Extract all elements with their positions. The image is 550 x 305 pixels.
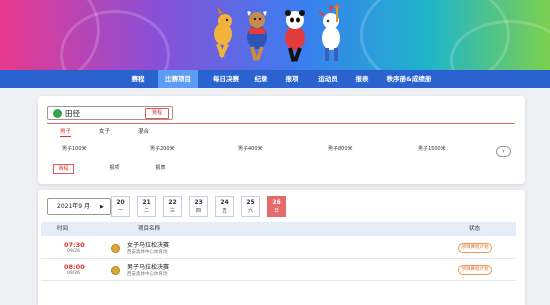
caret-right-icon: ▶ (100, 204, 104, 210)
day-weekday: 六 (247, 208, 253, 214)
row-venue: 西安奥体中心体育场 (127, 250, 168, 255)
calendar-day[interactable]: 22 三 (163, 196, 182, 217)
nav-item-entries[interactable]: 报项 (278, 70, 306, 88)
event-link[interactable]: 男子100米 (62, 145, 87, 152)
row-time: 07:30 (64, 241, 85, 249)
day-weekday: 四 (195, 208, 201, 214)
row-event-name[interactable]: 女子马拉松决赛 (127, 242, 169, 250)
calendar-day[interactable]: 20 一 (111, 196, 130, 217)
day-weekday: 一 (117, 208, 123, 214)
day-weekday: 二 (143, 208, 149, 214)
event-filter-card: 田径 ▶ 赛程 男子 女子 混合 男子100米 男子200米 男子400米 男子… (38, 96, 525, 184)
event-link[interactable]: 男子200米 (150, 145, 175, 152)
month-dropdown[interactable]: 2021年9 月 ▶ (47, 198, 111, 215)
nav-item-athletes[interactable]: 运动员 (311, 70, 345, 88)
nav-item-order-results[interactable]: 秩序册&成绩册 (378, 70, 440, 88)
tab-female[interactable]: 女子 (99, 127, 110, 135)
day-number: 25 (246, 199, 255, 206)
event-link[interactable]: 男子400米 (238, 145, 263, 152)
schedule-table-header: 时间 项目名称 状态 (41, 222, 516, 236)
tab-entries[interactable]: 报项 (104, 164, 125, 174)
event-link[interactable]: 男子1500米 (418, 145, 446, 152)
calendar-day-selected[interactable]: 26 日 (267, 196, 286, 217)
medal-icon (111, 244, 120, 253)
row-venue: 西安奥体中心体育场 (127, 272, 168, 277)
athletics-icon (53, 109, 62, 118)
header-status: 状态 (469, 226, 481, 232)
status-badge[interactable]: 项目赛程计划 (458, 243, 492, 253)
calendar-day[interactable]: 21 二 (137, 196, 156, 217)
main-nav: 赛程 比赛项目 每日决赛 纪录 报项 运动员 报表 秩序册&成绩册 (0, 70, 550, 88)
tab-male[interactable]: 男子 (60, 127, 72, 137)
day-number: 23 (194, 199, 203, 206)
tab-mixed[interactable]: 混合 (138, 127, 149, 135)
calendar-day[interactable]: 24 五 (215, 196, 234, 217)
day-number: 22 (168, 199, 177, 206)
row-date: 09/26 (67, 249, 80, 254)
row-event-name[interactable]: 男子马拉松决赛 (127, 264, 169, 272)
status-badge[interactable]: 项目赛程计划 (458, 265, 492, 275)
day-number: 20 (116, 199, 125, 206)
table-row[interactable]: 07:30 09/26 女子马拉松决赛 西安奥体中心体育场 项目赛程计划 (41, 239, 516, 259)
tab-reports[interactable]: 报表 (150, 164, 171, 174)
nav-item-reports[interactable]: 报表 (347, 70, 377, 88)
event-link[interactable]: 男子800米 (328, 145, 353, 152)
header-time: 时间 (57, 226, 69, 232)
tab-schedule[interactable]: 赛程 (53, 164, 74, 174)
day-number: 24 (220, 199, 229, 206)
sport-dropdown-value: 田径 (65, 109, 80, 118)
row-time: 08:00 (64, 263, 85, 271)
day-weekday: 日 (273, 208, 279, 214)
day-weekday: 五 (221, 208, 227, 214)
month-dropdown-value: 2021年9 月 (57, 203, 90, 210)
row-date: 09/26 (67, 271, 80, 276)
nav-item-events[interactable]: 比赛项目 (158, 70, 198, 88)
nav-item-records[interactable]: 纪录 (249, 70, 273, 88)
calendar-day[interactable]: 25 六 (241, 196, 260, 217)
calendar-day[interactable]: 23 四 (189, 196, 208, 217)
medal-icon (111, 266, 120, 275)
schedule-button[interactable]: 赛程 (145, 108, 169, 119)
day-weekday: 三 (169, 208, 175, 214)
mascots-illustration (214, 4, 340, 63)
header-banner (0, 0, 550, 70)
header-event: 项目名称 (138, 226, 161, 232)
table-row[interactable]: 08:00 09/26 男子马拉松决赛 西安奥体中心体育场 项目赛程计划 (41, 261, 516, 281)
chevron-right-icon[interactable]: › (496, 146, 511, 157)
divider (47, 123, 515, 124)
nav-item-schedule[interactable]: 赛程 (118, 70, 158, 88)
day-number: 26 (272, 199, 281, 206)
nav-item-daily-finals[interactable]: 每日决赛 (203, 70, 249, 88)
day-number: 21 (142, 199, 151, 206)
